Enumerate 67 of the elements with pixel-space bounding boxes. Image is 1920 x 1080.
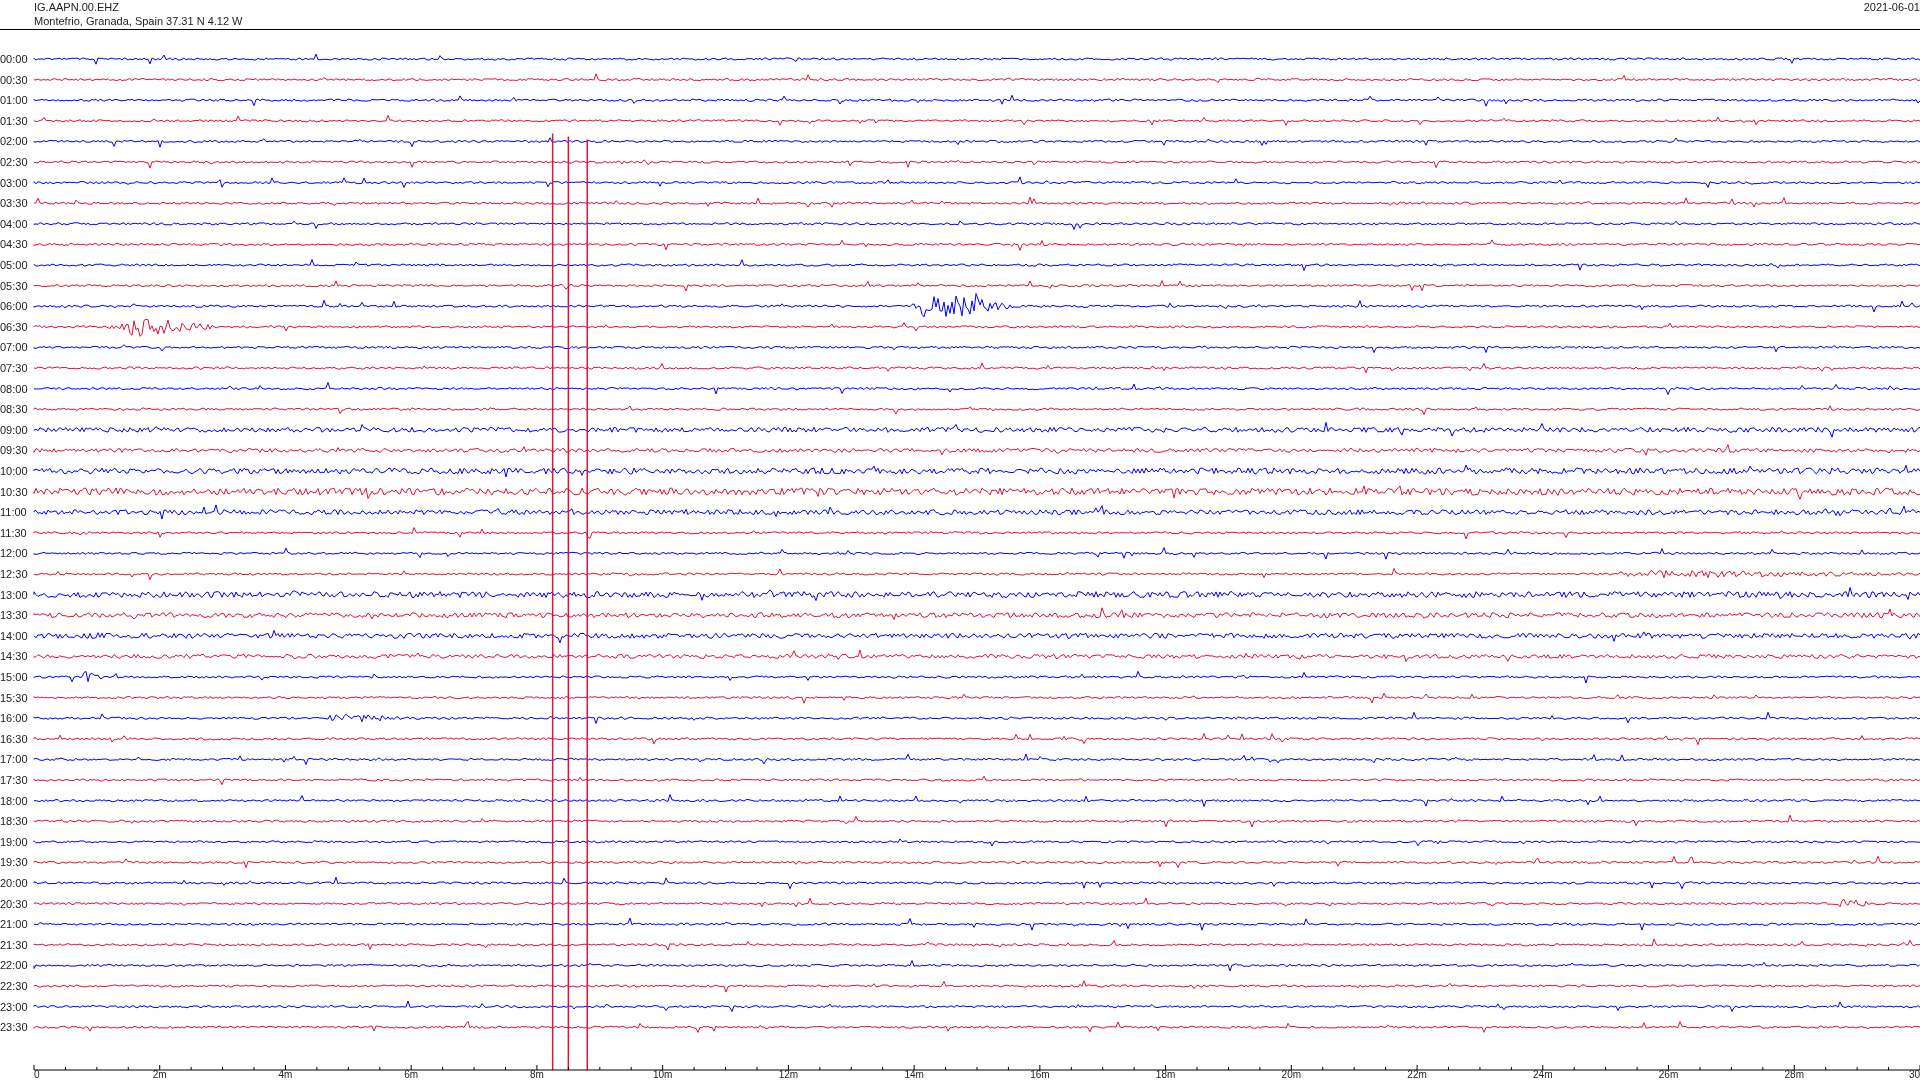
time-label: 08:30 [0, 403, 28, 416]
time-label: 07:00 [0, 341, 28, 354]
time-label: 08:00 [0, 382, 28, 395]
time-label: 23:30 [0, 1021, 28, 1034]
time-label: 01:30 [0, 114, 28, 127]
time-label: 10:30 [0, 485, 28, 498]
axis-label: 12m [778, 1069, 799, 1079]
axis-label: 0 [34, 1069, 40, 1079]
time-label: 12:00 [0, 547, 28, 560]
axis-label: 2m [152, 1069, 167, 1079]
time-label: 01:00 [0, 94, 28, 107]
time-label: 21:30 [0, 938, 28, 951]
time-label: 23:00 [0, 1000, 28, 1013]
axis-label: 14m [904, 1069, 924, 1079]
time-label: 09:00 [0, 423, 28, 436]
time-label: 19:00 [0, 835, 28, 848]
time-label: 21:00 [0, 918, 28, 931]
time-label: 14:00 [0, 629, 28, 642]
time-label: 13:00 [0, 588, 28, 601]
time-label: 22:30 [0, 980, 28, 992]
axis-label: 8m [530, 1069, 544, 1079]
time-label: 17:30 [0, 774, 28, 786]
time-label: 16:30 [0, 732, 28, 745]
time-label: 14:30 [0, 650, 28, 663]
axis-label: 4m [278, 1069, 293, 1079]
time-label: 17:00 [0, 753, 28, 766]
time-label: 13:30 [0, 609, 28, 622]
time-label: 22:00 [0, 959, 28, 972]
time-label: 19:30 [0, 856, 28, 869]
time-label: 05:30 [0, 279, 28, 292]
time-label: 02:30 [0, 156, 28, 168]
time-label: 06:30 [0, 320, 28, 333]
time-label: 00:00 [0, 53, 28, 65]
time-label: 09:30 [0, 444, 28, 457]
time-label: 18:00 [0, 794, 28, 807]
time-label: 04:30 [0, 238, 28, 251]
time-label: 05:00 [0, 259, 28, 271]
time-label: 02:00 [0, 135, 28, 148]
time-label: 18:30 [0, 815, 28, 828]
plot-date: 2021-06-01 [1863, 1, 1920, 13]
time-label: 20:00 [0, 877, 28, 889]
time-label: 15:30 [0, 691, 28, 704]
time-label: 06:00 [0, 300, 28, 313]
time-label: 20:30 [0, 897, 28, 910]
axis-label: 20m [1281, 1069, 1302, 1079]
time-label: 16:00 [0, 712, 28, 725]
axis-label: 30 [1908, 1069, 1920, 1079]
axis-label: 6m [404, 1069, 419, 1079]
axis-label: 24m [1533, 1069, 1553, 1079]
station-location: Montefrio, Granada, Spain 37.31 N 4.12 W [34, 14, 243, 28]
axis-label: 22m [1407, 1069, 1427, 1079]
time-label: 11:30 [0, 526, 27, 539]
axis-label: 18m [1155, 1069, 1176, 1079]
axis-label: 10m [652, 1069, 673, 1079]
time-label: 03:30 [0, 197, 28, 210]
time-label: 03:00 [0, 176, 28, 189]
time-label: 07:30 [0, 362, 28, 374]
time-label: 11:00 [0, 506, 27, 519]
time-label: 10:00 [0, 465, 28, 477]
time-label: 00:30 [0, 73, 28, 86]
axis-label: 26m [1658, 1069, 1679, 1079]
axis-label: 28m [1784, 1069, 1804, 1079]
station-code: IG.AAPN.00.EHZ [34, 0, 120, 14]
time-label: 12:30 [0, 568, 28, 580]
time-label: 15:00 [0, 671, 28, 683]
time-label: 04:00 [0, 217, 28, 230]
axis-label: 16m [1030, 1069, 1050, 1079]
